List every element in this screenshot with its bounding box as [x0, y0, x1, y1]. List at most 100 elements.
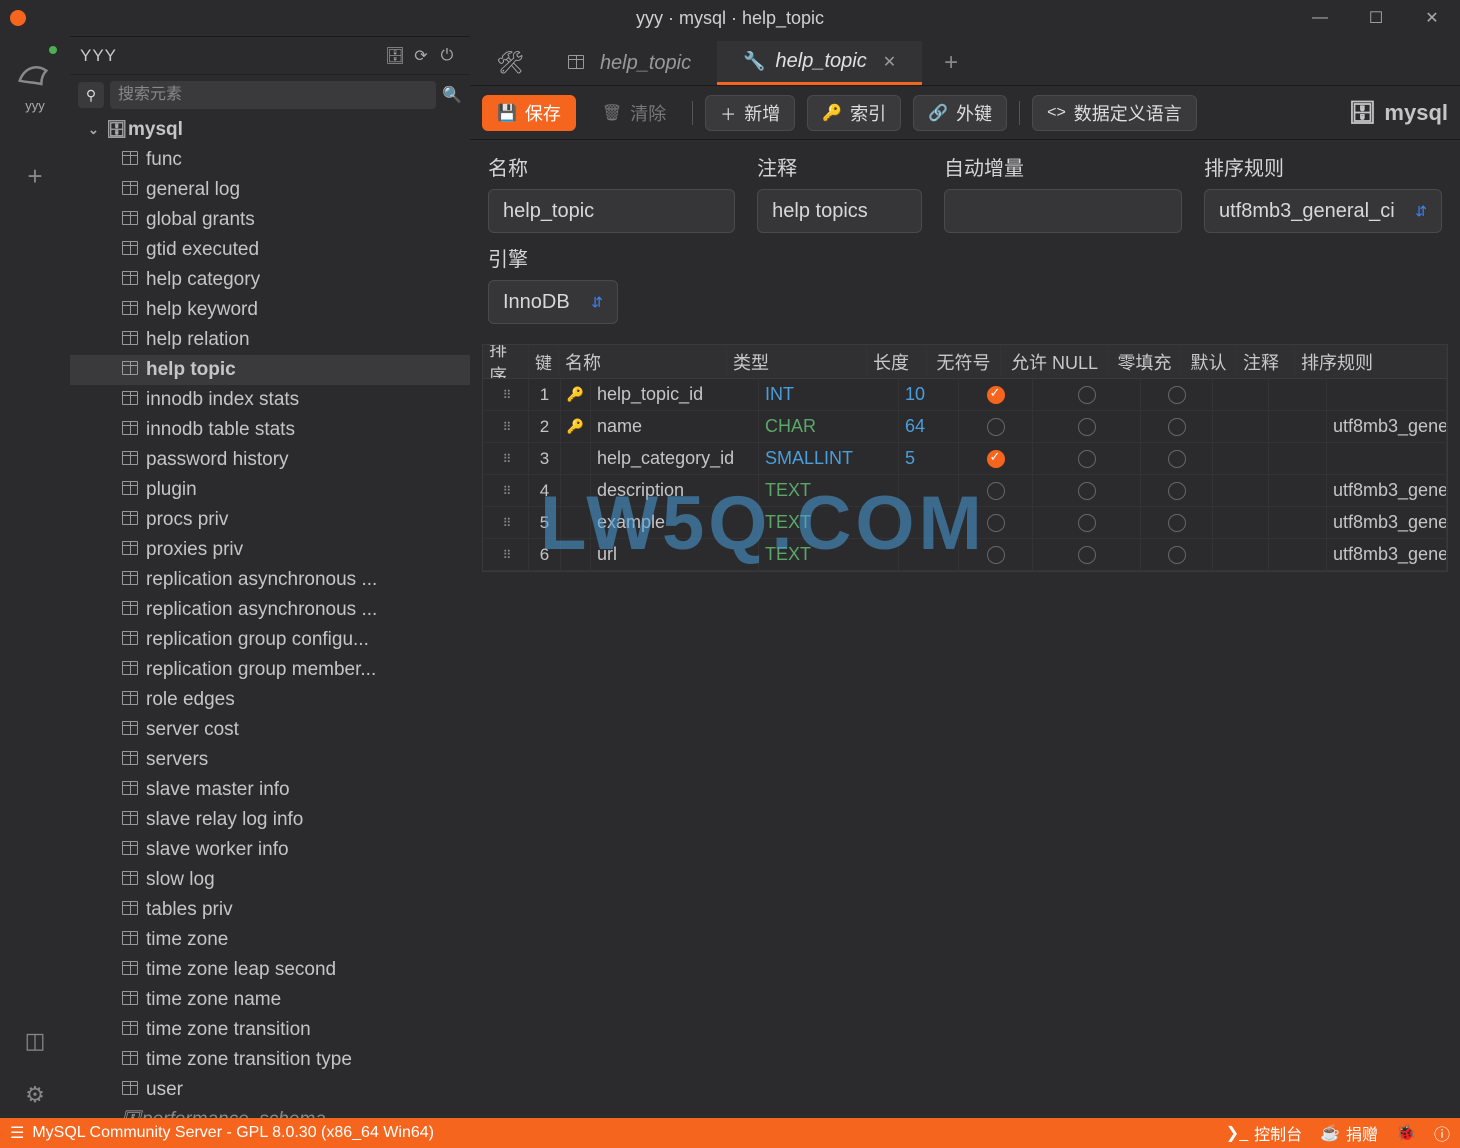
- tree-table[interactable]: plugin: [70, 475, 470, 505]
- tree-table[interactable]: time zone leap second: [70, 955, 470, 985]
- unsigned-checkbox[interactable]: [987, 482, 1005, 500]
- maximize-button[interactable]: ☐: [1348, 0, 1404, 36]
- tree-database-collapsed[interactable]: ›🗄performance_schema: [70, 1105, 470, 1118]
- zerofill-checkbox[interactable]: [1168, 450, 1186, 468]
- col-comment[interactable]: 注释: [1237, 345, 1295, 378]
- cell-type[interactable]: TEXT: [759, 507, 899, 538]
- cell-collation[interactable]: [1327, 379, 1447, 410]
- drag-handle-icon[interactable]: ⠿: [503, 516, 509, 530]
- cell-comment[interactable]: [1269, 379, 1327, 410]
- info-icon[interactable]: ⓘ: [1434, 1121, 1450, 1145]
- grid-row[interactable]: ⠿5exampleTEXTutf8mb3_general_ci: [483, 507, 1447, 539]
- cell-default[interactable]: [1213, 539, 1269, 570]
- tree-table[interactable]: help relation: [70, 325, 470, 355]
- cell-comment[interactable]: [1269, 443, 1327, 474]
- cell-name[interactable]: example: [591, 507, 759, 538]
- tree-table[interactable]: role edges: [70, 685, 470, 715]
- cell-collation[interactable]: [1327, 443, 1447, 474]
- index-button[interactable]: 🔑索引: [807, 95, 901, 131]
- unsigned-checkbox[interactable]: [987, 418, 1005, 436]
- collation-select[interactable]: utf8mb3_general_ci⇵: [1204, 189, 1442, 233]
- history-icon[interactable]: ◫: [25, 1028, 46, 1054]
- tree-table[interactable]: func: [70, 145, 470, 175]
- drag-handle-icon[interactable]: ⠿: [503, 548, 509, 562]
- col-nullable[interactable]: 允许 NULL: [1001, 345, 1109, 378]
- new-column-button[interactable]: ＋新增: [705, 95, 795, 131]
- grid-row[interactable]: ⠿3help_category_idSMALLINT5: [483, 443, 1447, 475]
- foreign-key-button[interactable]: 🔗外键: [913, 95, 1007, 131]
- tree-table[interactable]: help keyword: [70, 295, 470, 325]
- autoinc-input[interactable]: [944, 189, 1182, 233]
- col-length[interactable]: 长度: [867, 345, 927, 378]
- schema-tree[interactable]: ⌄🗄mysqlfuncgeneral logglobal grantsgtid …: [70, 115, 470, 1118]
- tree-database[interactable]: ⌄🗄mysql: [70, 115, 470, 145]
- cell-length[interactable]: [899, 475, 959, 506]
- settings-icon[interactable]: ⚙: [25, 1082, 45, 1108]
- tree-table[interactable]: tables priv: [70, 895, 470, 925]
- col-unsigned[interactable]: 无符号: [927, 345, 1001, 378]
- cell-name[interactable]: url: [591, 539, 759, 570]
- col-key[interactable]: 键: [529, 345, 559, 378]
- name-input[interactable]: help_topic: [488, 189, 735, 233]
- cell-name[interactable]: description: [591, 475, 759, 506]
- tree-table[interactable]: gtid executed: [70, 235, 470, 265]
- tree-table[interactable]: time zone transition: [70, 1015, 470, 1045]
- nullable-checkbox[interactable]: [1078, 546, 1096, 564]
- grid-row[interactable]: ⠿2🔑nameCHAR64utf8mb3_general_ci: [483, 411, 1447, 443]
- connection-tab[interactable]: yyy: [13, 46, 57, 113]
- tree-table[interactable]: innodb index stats: [70, 385, 470, 415]
- comment-input[interactable]: help topics: [757, 189, 922, 233]
- search-icon[interactable]: 🔍: [442, 85, 462, 105]
- tab-table-data[interactable]: help_topic: [542, 41, 717, 85]
- tree-table[interactable]: replication asynchronous ...: [70, 595, 470, 625]
- tree-table[interactable]: time zone transition type: [70, 1045, 470, 1075]
- tree-table[interactable]: global grants: [70, 205, 470, 235]
- cell-comment[interactable]: [1269, 411, 1327, 442]
- cell-type[interactable]: TEXT: [759, 475, 899, 506]
- grid-row[interactable]: ⠿4descriptionTEXTutf8mb3_general_ci: [483, 475, 1447, 507]
- tree-table[interactable]: proxies priv: [70, 535, 470, 565]
- add-connection-button[interactable]: +: [27, 161, 42, 192]
- close-button[interactable]: ✕: [1404, 0, 1460, 36]
- cell-default[interactable]: [1213, 411, 1269, 442]
- grid-row[interactable]: ⠿1🔑help_topic_idINT10: [483, 379, 1447, 411]
- database-icon[interactable]: 🗄: [382, 46, 408, 66]
- tab-table-structure[interactable]: 🔧 help_topic ✕: [717, 41, 922, 85]
- refresh-icon[interactable]: ⟳: [408, 46, 434, 66]
- nullable-checkbox[interactable]: [1078, 386, 1096, 404]
- cell-length[interactable]: 10: [899, 379, 959, 410]
- cell-collation[interactable]: utf8mb3_general_ci: [1327, 411, 1447, 442]
- cell-length[interactable]: [899, 507, 959, 538]
- nullable-checkbox[interactable]: [1078, 450, 1096, 468]
- filter-icon[interactable]: ⚲: [78, 82, 104, 108]
- cell-length[interactable]: [899, 539, 959, 570]
- cell-length[interactable]: 5: [899, 443, 959, 474]
- cell-type[interactable]: SMALLINT: [759, 443, 899, 474]
- col-collation[interactable]: 排序规则: [1295, 345, 1447, 378]
- search-input[interactable]: [110, 81, 436, 109]
- cell-comment[interactable]: [1269, 475, 1327, 506]
- cell-collation[interactable]: utf8mb3_general_ci: [1327, 507, 1447, 538]
- console-button[interactable]: ❯_控制台: [1226, 1121, 1302, 1145]
- cell-collation[interactable]: utf8mb3_general_ci: [1327, 539, 1447, 570]
- unsigned-checkbox[interactable]: [987, 450, 1005, 468]
- donate-button[interactable]: ☕捐赠: [1320, 1121, 1378, 1145]
- zerofill-checkbox[interactable]: [1168, 514, 1186, 532]
- unsigned-checkbox[interactable]: [987, 514, 1005, 532]
- zerofill-checkbox[interactable]: [1168, 418, 1186, 436]
- tree-table[interactable]: time zone name: [70, 985, 470, 1015]
- zerofill-checkbox[interactable]: [1168, 546, 1186, 564]
- tree-table[interactable]: slow log: [70, 865, 470, 895]
- cell-collation[interactable]: utf8mb3_general_ci: [1327, 475, 1447, 506]
- clear-button[interactable]: 🗑清除: [588, 95, 680, 131]
- nullable-checkbox[interactable]: [1078, 514, 1096, 532]
- cell-name[interactable]: name: [591, 411, 759, 442]
- zerofill-checkbox[interactable]: [1168, 386, 1186, 404]
- zerofill-checkbox[interactable]: [1168, 482, 1186, 500]
- disconnect-icon[interactable]: ⏻: [434, 47, 460, 65]
- grid-row[interactable]: ⠿6urlTEXTutf8mb3_general_ci: [483, 539, 1447, 571]
- tree-table[interactable]: general log: [70, 175, 470, 205]
- tree-table[interactable]: procs priv: [70, 505, 470, 535]
- cell-default[interactable]: [1213, 443, 1269, 474]
- col-name[interactable]: 名称: [559, 345, 727, 378]
